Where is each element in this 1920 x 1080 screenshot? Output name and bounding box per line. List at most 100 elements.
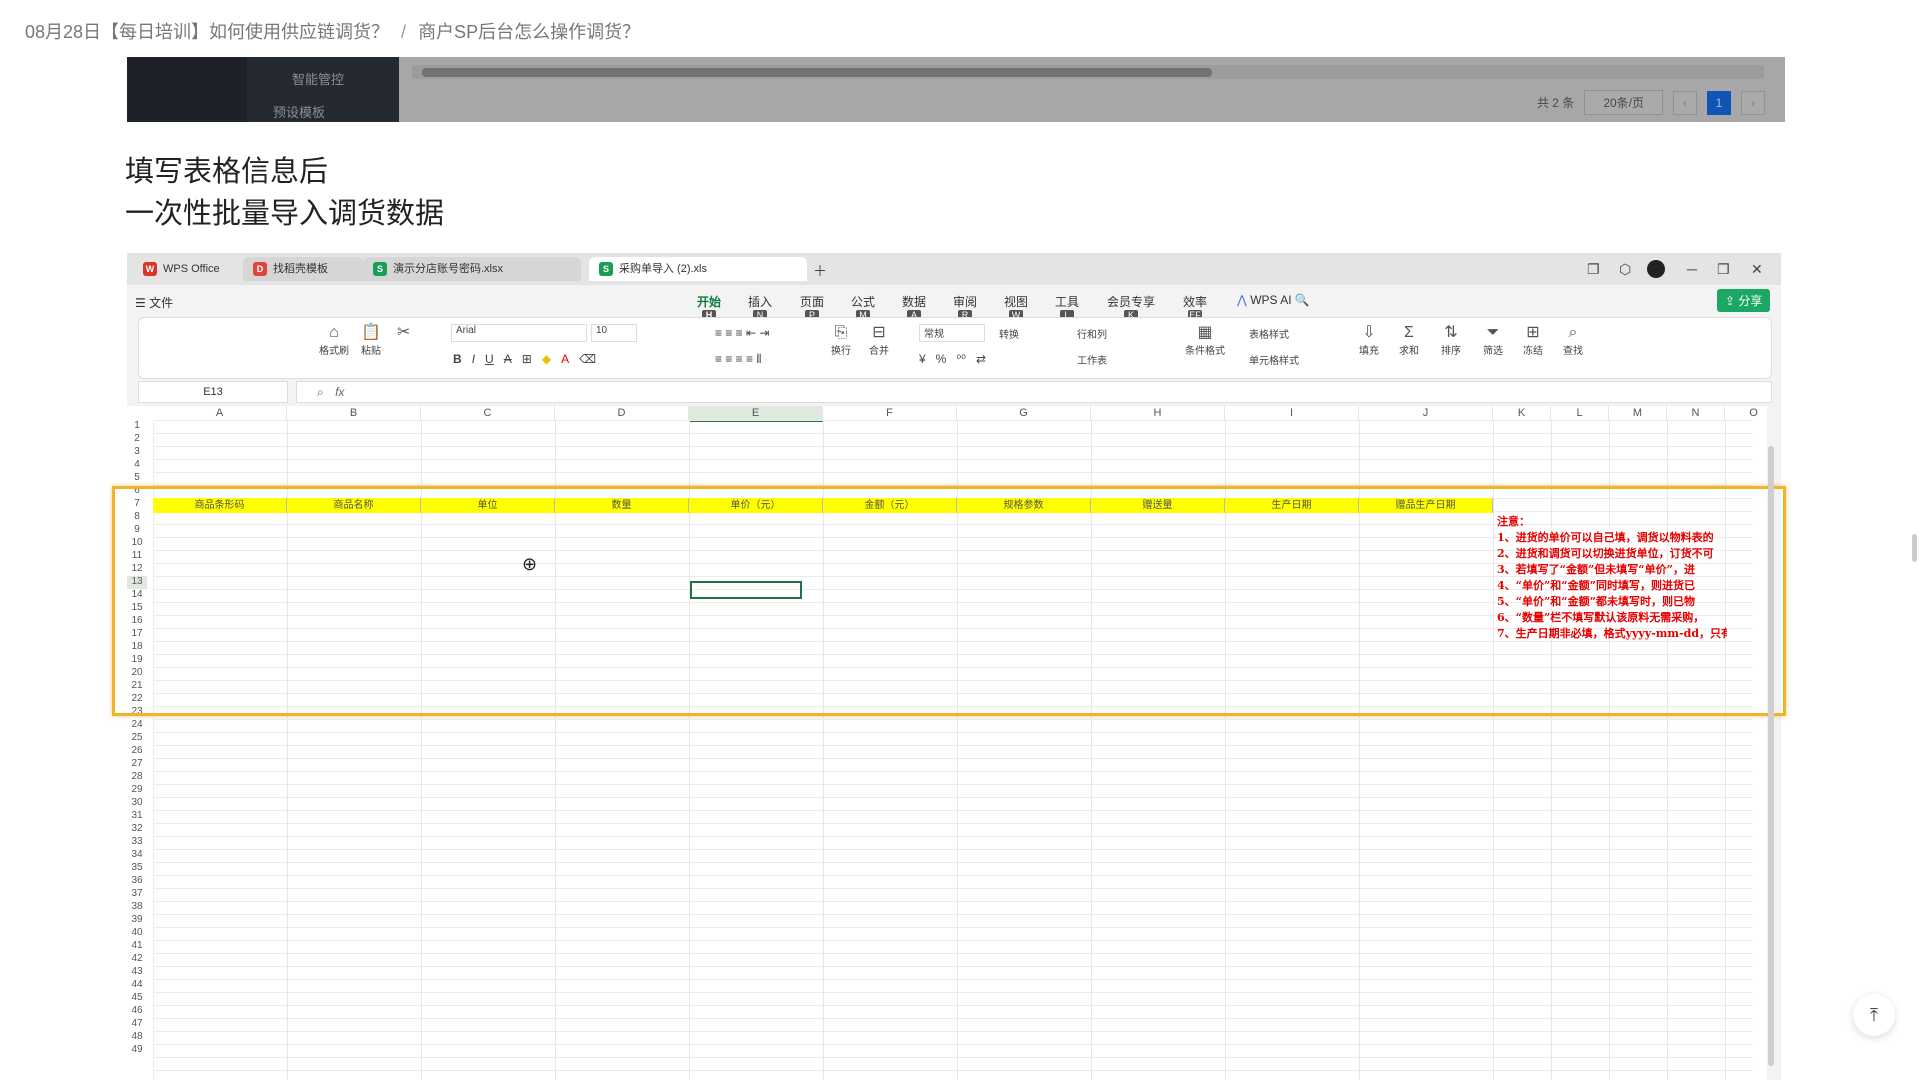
convert-button: 转换 (999, 330, 1019, 341)
tab-wps-office: W WPS Office (133, 257, 245, 281)
freeze-button: ⊞ 冻结 (1523, 324, 1543, 357)
font-select: Arial (451, 324, 587, 342)
row-header: 12 (131, 563, 143, 574)
column-gridline (555, 420, 556, 1080)
cond-format-button: ▦ 条件格式 (1185, 324, 1225, 357)
column-header-j: J (1359, 406, 1493, 420)
row-header: 44 (131, 979, 143, 990)
row-header: 10 (131, 537, 143, 548)
wps-menu-bar: ☰ 文件 开始 H 插入 N 页面 P 公式 M 数据 A 审阅 R 视图 W 工具 L 会员专… (127, 285, 1781, 321)
column-header-o: O (1725, 406, 1781, 420)
caption-line-2: 一次性批量导入调货数据 (125, 198, 445, 230)
cut-icon: ✂ (397, 324, 411, 341)
breadcrumb-parent-link[interactable]: 08月28日【每日培训】如何使用供应链调货？ (25, 22, 389, 42)
column-header-g: G (957, 406, 1091, 420)
cube-icon: ⬡ (1619, 261, 1632, 277)
sheet-vertical-scrollbar (1766, 446, 1776, 1066)
wrap-icon: ⎘ (834, 324, 848, 341)
row-header: 32 (131, 823, 143, 834)
column-header-c: C (421, 406, 555, 420)
row-header: 46 (131, 1005, 143, 1016)
row-header: 4 (134, 459, 140, 470)
font-size-select: 10 (591, 324, 637, 342)
zoom-cursor-icon: ⊕ (522, 554, 538, 574)
filter-icon: ⏷ (1486, 324, 1500, 341)
wps-spreadsheet-screenshot: W WPS Office D 找稻壳模板 S 演示分店账号密码.xlsx S 采购单导入… (127, 253, 1781, 1080)
close-icon: ✕ (1751, 261, 1763, 277)
find-button: ⌕ 查找 (1563, 324, 1583, 357)
selected-cell-e13 (690, 581, 802, 599)
header-cell: 赠品生产日期 (1359, 498, 1493, 513)
fx-label: fx (335, 385, 345, 399)
number-tools: ¥ % ⁰⁰ ⇄ (919, 352, 987, 366)
breadcrumb-separator: / (401, 22, 407, 42)
column-header-i: I (1225, 406, 1359, 420)
column-gridline (823, 420, 824, 1080)
note-line: 5、“单价”和“金额”都未填写时，则已物 (1497, 595, 1695, 608)
back-to-top-button[interactable]: ⤒ (1853, 994, 1895, 1036)
avatar (1647, 260, 1665, 278)
row-header: 23 (131, 706, 143, 717)
row-header: 35 (131, 862, 143, 873)
fill-button: ⇩ 填充 (1359, 324, 1379, 357)
row-header: 22 (131, 693, 143, 704)
column-header-n: N (1667, 406, 1725, 420)
row-header: 1 (134, 420, 140, 431)
header-cell: 单位 (421, 498, 555, 513)
row-header: 2 (134, 433, 140, 444)
column-gridline (1091, 420, 1092, 1080)
row-header: 20 (131, 667, 143, 678)
column-header-l: L (1551, 406, 1609, 420)
row-header: 26 (131, 745, 143, 756)
rows-cols-button: 行和列 (1077, 330, 1107, 341)
name-box: E13 (138, 381, 288, 403)
restore-icon: ❐ (1717, 261, 1730, 277)
row-header: 25 (131, 732, 143, 743)
zoom-icon: ⌕ (317, 385, 324, 399)
row-header: 16 (131, 615, 143, 626)
align-tools-2: ≡ ≡ ≡ ≡ ⫴ (715, 352, 762, 366)
tab-template: D 找稻壳模板 (243, 257, 363, 281)
notes-text: 注意： 1、进货的单价可以自己填，调货以物料表的 2、进货和调货可以切换进货单位，订… (1497, 514, 1727, 642)
row-header: 7 (134, 498, 140, 509)
sort-button: ⇅ 排序 (1441, 324, 1461, 357)
row-header: 27 (131, 758, 143, 769)
number-format-select: 常规 (919, 324, 985, 342)
note-line: 2、进货和调货可以切换进货单位，订货不可 (1497, 547, 1714, 560)
column-header-f: F (823, 406, 957, 420)
column-header-b: B (287, 406, 421, 420)
align-tools: ≡ ≡ ≡ ⇤ ⇥ (715, 326, 770, 340)
row-header: 28 (131, 771, 143, 782)
row-header: 5 (134, 472, 140, 483)
page-scrollbar-thumb[interactable] (1912, 534, 1917, 562)
breadcrumb: 08月28日【每日培训】如何使用供应链调货？ / 商户SP后台怎么操作调货？ (25, 18, 640, 44)
column-gridline (421, 420, 422, 1080)
paste-icon: 📋 (361, 324, 381, 341)
note-line: 1、进货的单价可以自己填，调货以物料表的 (1497, 531, 1714, 544)
share-button: ⇪ 分享 (1717, 289, 1771, 312)
row-header: 36 (131, 875, 143, 886)
row-header: 41 (131, 940, 143, 951)
wps-ai-icon: ⋀ (1237, 293, 1247, 307)
column-gridline (1493, 420, 1494, 1080)
table-style-button: 表格样式 (1249, 330, 1289, 341)
sum-button: Σ 求和 (1399, 324, 1419, 357)
merge-button: ⊟ 合并 (869, 324, 889, 357)
row-header: 21 (131, 680, 143, 691)
column-header-h: H (1091, 406, 1225, 420)
search-icon: ⌕ (1568, 324, 1578, 341)
fill-icon: ⇩ (1362, 324, 1376, 341)
header-cell: 商品条形码 (153, 498, 287, 513)
layout-icon: ❐ (1587, 261, 1600, 277)
wps-logo-icon: W (143, 262, 157, 277)
row-header: 14 (131, 589, 143, 600)
row-header: 19 (131, 654, 143, 665)
column-header-d: D (555, 406, 689, 420)
header-cell: 单价（元） (689, 498, 823, 513)
tab-purchase-import: S 采购单导入 (2).xls (589, 257, 807, 281)
row-header: 33 (131, 836, 143, 847)
header-cell: 赠送量 (1091, 498, 1225, 513)
row-header: 9 (134, 524, 140, 535)
wps-ai-button: ⋀ WPS AI 🔍 (1237, 293, 1310, 307)
row-header: 49 (131, 1044, 143, 1055)
